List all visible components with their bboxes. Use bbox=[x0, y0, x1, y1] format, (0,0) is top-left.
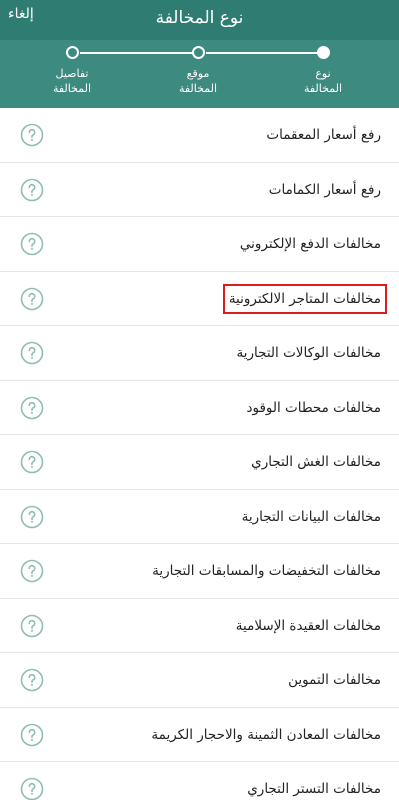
step-dot-violation-details bbox=[66, 46, 79, 59]
step-label-line-1: موقع bbox=[186, 67, 210, 80]
question-circle-icon[interactable] bbox=[20, 505, 44, 529]
step-label-violation-location: موقع المخالفة bbox=[158, 66, 238, 96]
violation-label: مخالفات التستر التجاري bbox=[247, 781, 381, 797]
question-circle-icon[interactable] bbox=[20, 777, 44, 800]
question-circle-icon[interactable] bbox=[20, 178, 44, 202]
stepper-line-right bbox=[206, 52, 318, 54]
list-item[interactable]: مخالفات التخفيضات والمسابقات التجارية bbox=[0, 544, 399, 599]
question-circle-icon[interactable] bbox=[20, 396, 44, 420]
step-label-violation-type: نوع المخالفة bbox=[283, 66, 363, 96]
list-item[interactable]: مخالفات العقيدة الإسلامية bbox=[0, 598, 399, 653]
step-label-line-2: المخالفة bbox=[303, 82, 343, 95]
violation-label: مخالفات العقيدة الإسلامية bbox=[235, 617, 381, 634]
page-title: نوع المخالفة bbox=[155, 8, 244, 28]
violation-label: مخالفات الدفع الإلكتروني bbox=[239, 236, 381, 252]
violation-label: مخالفات المتاجر الالكترونية bbox=[222, 283, 388, 314]
list-item[interactable]: مخالفات الوكالات التجارية bbox=[0, 326, 399, 381]
stepper-line-left bbox=[80, 52, 192, 54]
violation-label: رفع أسعار الكمامات bbox=[268, 181, 381, 198]
question-circle-icon[interactable] bbox=[20, 341, 44, 365]
list-item[interactable]: مخالفات التموين bbox=[0, 653, 399, 708]
question-circle-icon[interactable] bbox=[20, 287, 44, 311]
step-label-line-2: المخالفة bbox=[178, 82, 218, 95]
list-item[interactable]: مخالفات محطات الوقود bbox=[0, 380, 399, 435]
progress-stepper: نوع المخالفة موقع المخالفة تفاصيل المخال… bbox=[0, 40, 399, 108]
question-circle-icon[interactable] bbox=[20, 450, 44, 474]
list-item[interactable]: رفع أسعار الكمامات bbox=[0, 162, 399, 217]
question-circle-icon[interactable] bbox=[20, 723, 44, 747]
list-item[interactable]: مخالفات المعادن الثمينة والاحجار الكريمة bbox=[0, 707, 399, 762]
violation-label: مخالفات المعادن الثمينة والاحجار الكريمة bbox=[151, 726, 381, 743]
header: نوع المخالفة إلغاء نوع المخالفة موقع الم… bbox=[0, 0, 399, 108]
step-dot-violation-location bbox=[192, 46, 205, 59]
violation-label: مخالفات التموين bbox=[288, 672, 381, 688]
violation-label: مخالفات البيانات التجارية bbox=[241, 508, 381, 525]
cancel-button[interactable]: إلغاء bbox=[8, 4, 34, 24]
question-circle-icon[interactable] bbox=[20, 232, 44, 256]
question-circle-icon[interactable] bbox=[20, 559, 44, 583]
question-circle-icon[interactable] bbox=[20, 668, 44, 692]
step-dot-violation-type bbox=[317, 46, 330, 59]
violation-type-list: رفع أسعار المعقمات رفع أسعار الكمامات مخال… bbox=[0, 108, 399, 800]
list-item[interactable]: مخالفات الغش التجاري bbox=[0, 435, 399, 490]
violation-label: مخالفات التخفيضات والمسابقات التجارية bbox=[152, 563, 381, 579]
list-item[interactable]: مخالفات البيانات التجارية bbox=[0, 489, 399, 544]
list-item[interactable]: مخالفات المتاجر الالكترونية bbox=[0, 271, 399, 326]
list-item[interactable]: مخالفات الدفع الإلكتروني bbox=[0, 217, 399, 272]
question-circle-icon[interactable] bbox=[20, 123, 44, 147]
title-bar: نوع المخالفة إلغاء bbox=[0, 0, 399, 40]
violation-label: مخالفات محطات الوقود bbox=[246, 399, 381, 416]
list-item[interactable]: رفع أسعار المعقمات bbox=[0, 108, 399, 163]
violation-label: مخالفات الوكالات التجارية bbox=[236, 345, 381, 361]
step-label-violation-details: تفاصيل المخالفة bbox=[32, 66, 112, 96]
violation-label: مخالفات الغش التجاري bbox=[251, 454, 381, 470]
step-label-line-1: تفاصيل bbox=[55, 67, 89, 80]
question-circle-icon[interactable] bbox=[20, 614, 44, 638]
violation-label: رفع أسعار المعقمات bbox=[266, 127, 381, 143]
step-label-line-1: نوع bbox=[315, 67, 331, 80]
step-label-line-2: المخالفة bbox=[52, 82, 92, 95]
list-item[interactable]: مخالفات التستر التجاري bbox=[0, 762, 399, 800]
